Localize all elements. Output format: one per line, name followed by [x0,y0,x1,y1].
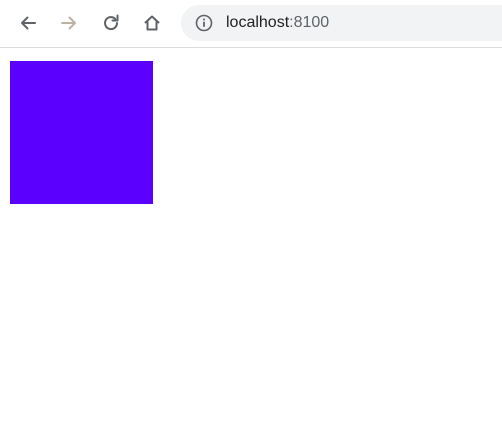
reload-button[interactable] [97,9,125,37]
arrow-left-icon [21,16,36,30]
address-bar[interactable]: localhost:8100 [181,5,502,41]
purple-square [10,61,153,204]
reload-icon [104,14,119,31]
info-circle-icon[interactable] [195,14,213,32]
url-text[interactable]: localhost:8100 [226,5,329,41]
back-button[interactable] [14,9,42,37]
url-host: localhost [226,14,290,31]
forward-button[interactable] [55,9,83,37]
browser-toolbar: localhost:8100 [0,0,502,48]
arrow-right-icon [61,16,76,30]
page-content [0,48,502,430]
home-icon [144,15,160,31]
url-port: :8100 [289,14,330,31]
home-button[interactable] [138,9,166,37]
